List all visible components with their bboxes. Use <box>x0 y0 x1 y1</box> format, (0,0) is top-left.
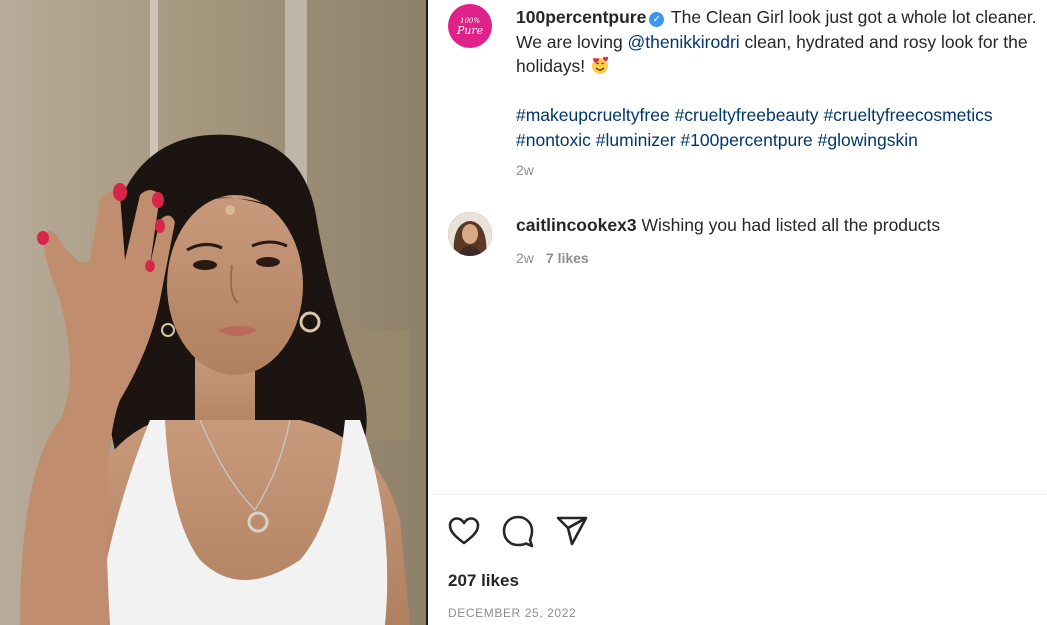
heart-icon <box>448 517 480 545</box>
hashtag-link[interactable]: #crueltyfreebeauty <box>675 105 819 125</box>
comment-button[interactable] <box>500 513 536 549</box>
comment-text: Wishing you had listed all the products <box>641 215 941 235</box>
brand-avatar[interactable]: 100% Pure <box>448 4 492 48</box>
post-media[interactable] <box>0 0 426 625</box>
post-date: DECEMBER 25, 2022 <box>448 606 577 620</box>
hashtag-link[interactable]: #100percentpure <box>680 130 812 150</box>
post-caption: 100percentpure ✓ The Clean Girl look just… <box>516 5 1041 152</box>
comment-username[interactable]: caitlincookex3 <box>516 215 637 235</box>
video-frame-illustration <box>0 0 426 625</box>
comment-likes[interactable]: 7 likes <box>546 250 589 266</box>
likes-count[interactable]: 207 likes <box>448 571 519 591</box>
comment-timestamp[interactable]: 2w <box>516 250 534 266</box>
like-button[interactable] <box>446 513 482 549</box>
mention-link[interactable]: @thenikkirodri <box>628 32 740 52</box>
post-timestamp[interactable]: 2w <box>516 162 534 178</box>
comment: caitlincookex3 Wishing you had listed al… <box>516 213 1041 237</box>
smiling-face-with-hearts-emoji-icon <box>591 56 609 74</box>
paper-plane-icon <box>556 516 588 546</box>
hashtag-link[interactable]: #makeupcrueltyfree <box>516 105 670 125</box>
commenter-avatar[interactable] <box>448 212 492 256</box>
comment-meta: 2w 7 likes <box>516 250 589 266</box>
hashtag-link[interactable]: #luminizer <box>596 130 676 150</box>
actions-divider <box>428 494 1047 495</box>
verified-badge-icon: ✓ <box>649 12 665 27</box>
hashtag-link[interactable]: #nontoxic <box>516 130 591 150</box>
hashtag-link[interactable]: #glowingskin <box>818 130 918 150</box>
post-details-panel: 100% Pure 100percentpure ✓ The Clean Girl … <box>428 0 1047 625</box>
brand-logo: 100% Pure <box>456 17 484 37</box>
hashtag-link[interactable]: #crueltyfreecosmetics <box>823 105 992 125</box>
commenter-photo <box>448 212 492 256</box>
comment-bubble-icon <box>502 515 534 548</box>
share-button[interactable] <box>554 513 590 549</box>
post-username[interactable]: 100percentpure <box>516 7 646 27</box>
